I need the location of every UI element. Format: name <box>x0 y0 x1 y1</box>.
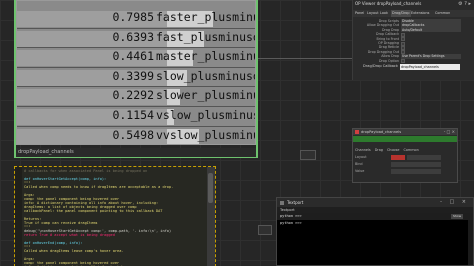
row-name: slow_plusminusone <box>156 68 255 83</box>
window-controls[interactable]: - □ × <box>444 129 455 135</box>
textport-prompt: python >>> <box>280 214 302 218</box>
code-line: # callbacks for when associated Panel is… <box>24 169 148 173</box>
row-name: faster_plusminusone <box>156 10 255 24</box>
inspector-tab[interactable]: Common <box>435 10 450 17</box>
textport-output[interactable]: python >>> <box>277 220 473 265</box>
inspector-tab[interactable]: Panel <box>355 10 364 17</box>
textport-titlebar[interactable]: Textport - □ × <box>277 198 473 207</box>
node-menu-item[interactable]: Channels <box>355 148 371 152</box>
list-viewer-label: dropPayload_channels <box>16 148 256 157</box>
node-viewer-menu: Channels Drag Choose Common <box>355 148 423 152</box>
row-name: vvslow_plusminusone <box>156 127 255 142</box>
textport-window: Textport - □ × Textport python >>> Show … <box>276 197 474 266</box>
inspector-tab[interactable]: Extensions <box>411 10 429 17</box>
node-param-label: Layout <box>355 155 367 159</box>
editor-scroll-thumb[interactable] <box>208 173 213 203</box>
node-param-field[interactable] <box>391 162 441 167</box>
code-line: True if comp can receive dragItems <box>24 221 98 225</box>
network-node[interactable] <box>258 225 272 235</box>
network-node[interactable] <box>300 150 316 160</box>
node-viewer-title: dropPayload_channels <box>361 130 402 134</box>
row-value: 0.4461 <box>112 49 154 64</box>
textport-title: Textport <box>287 200 304 205</box>
window-controls[interactable]: - □ × <box>440 198 469 207</box>
inspector-toolbar-icons[interactable]: ⚙ ? ▸ <box>458 1 471 7</box>
inspector-tab[interactable]: Look <box>380 10 388 17</box>
row-value: 0.3399 <box>112 68 154 83</box>
list-row[interactable]: 0.1154vslow_plusminusone <box>17 107 255 126</box>
textport-icon <box>280 200 284 205</box>
textport-python-line: python >>> <box>280 221 302 225</box>
inspector-tab[interactable]: Drag/Drop <box>391 10 411 17</box>
list-row[interactable]: 0.4461master_plusminusone <box>17 48 255 67</box>
node-param-label: Bind <box>355 162 363 166</box>
node-wire <box>258 58 352 59</box>
row-name: fast_plusminusone <box>156 29 255 44</box>
timestamps-toggle[interactable]: Show Timestamps <box>451 214 469 223</box>
inspector-title: OP Viewer dropPayload_channels <box>355 1 422 6</box>
code-line: callbackPanel: the panel component point… <box>24 209 163 213</box>
code-line: Called when comp needs to know if dragIt… <box>24 185 174 189</box>
node-menu-item[interactable]: Choose <box>387 148 400 152</box>
code-line: def onHoverStartGetAccept(comp, info): <box>24 177 107 181</box>
list-row[interactable]: 0.3399slow_plusminusone <box>17 68 255 87</box>
node-param-field[interactable] <box>407 155 441 160</box>
row-name: master_plusminusone <box>156 49 255 64</box>
row-name: vslow_plusminusone <box>156 108 255 122</box>
row-value: 0.7985 <box>112 10 154 24</box>
node-viewer-titlebar[interactable]: dropPayload_channels - □ × <box>353 129 457 135</box>
code-line: def onHoverEnd(comp, info): <box>24 241 83 245</box>
drag-drop-callback-label: Drag/Drop Callback <box>363 64 398 68</box>
list-row[interactable]: 0.2292slower_plusminusone <box>17 87 255 106</box>
node-menu-item[interactable]: Common <box>403 148 418 152</box>
textport-prompt-row: python >>> Show Timestamps <box>277 213 473 223</box>
node-param-field[interactable] <box>391 169 441 174</box>
code-line: Called when dragItems leave comp's hover… <box>24 249 124 253</box>
list-row[interactable]: 0.7985faster_plusminusone <box>17 9 255 28</box>
node-param-field[interactable] <box>391 155 405 160</box>
editor-gutter <box>15 167 22 266</box>
row-name: slower_plusminusone <box>156 88 255 103</box>
textport-scrollbar[interactable] <box>468 220 473 265</box>
list-viewer[interactable]: 0.7985faster_plusminusone0.6393fast_plus… <box>16 0 256 145</box>
node-menu-item[interactable]: Drag <box>375 148 383 152</box>
inspector-tabs: Panel Layout Look Drag/Drop Extensions Common <box>353 10 474 17</box>
node-viewer-window: dropPayload_channels - □ × Channels Drag C… <box>352 128 458 183</box>
inspector-tab[interactable]: Layout <box>367 10 379 17</box>
row-value: 0.5498 <box>112 127 154 142</box>
list-row[interactable]: 0.5498vvslow_plusminusone <box>17 127 255 144</box>
node-param-label: Value <box>355 169 365 173</box>
node-viewer-display <box>353 136 457 142</box>
drag-drop-callback-field: Drag/Drop Callback dropPayload_channels <box>352 63 474 71</box>
list-row[interactable]: 0.6393fast_plusminusone <box>17 29 255 48</box>
node-icon <box>355 130 359 134</box>
row-value: 0.1154 <box>112 108 154 122</box>
row-value: 0.6393 <box>112 29 154 44</box>
drag-drop-callback-input[interactable]: dropPayload_channels <box>400 63 460 70</box>
row-value: 0.2292 <box>112 88 154 103</box>
code-line: return True # accept what is being dragg… <box>24 233 115 237</box>
editor-scrollbar[interactable] <box>207 167 215 266</box>
code-editor[interactable]: # callbacks for when associated Panel is… <box>15 167 208 266</box>
